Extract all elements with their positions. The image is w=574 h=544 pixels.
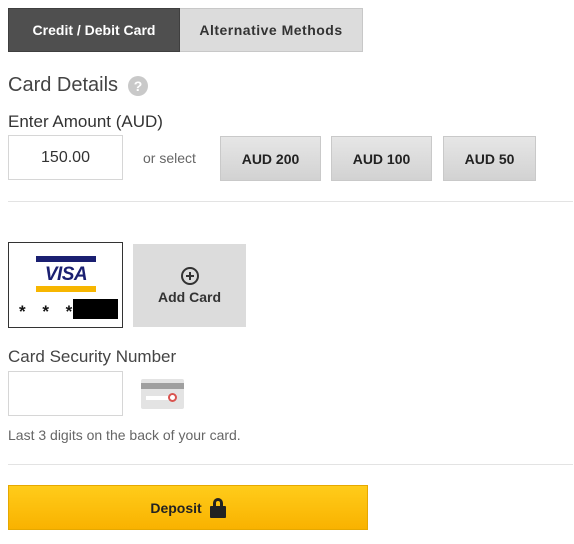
preset-aud-50-button[interactable]: AUD 50 xyxy=(443,136,536,181)
preset-aud-200-button[interactable]: AUD 200 xyxy=(220,136,321,181)
payment-method-tabs: Credit / Debit Card Alternative Methods xyxy=(8,8,363,52)
divider xyxy=(8,464,573,465)
card-security-label: Card Security Number xyxy=(8,347,177,366)
card-security-hint: Last 3 digits on the back of your card. xyxy=(8,427,241,443)
card-number-mask: * * * xyxy=(19,302,79,321)
cvv-highlight-circle xyxy=(168,393,177,402)
tab-credit-debit-card[interactable]: Credit / Debit Card xyxy=(8,8,180,52)
help-icon[interactable]: ? xyxy=(128,75,149,96)
divider xyxy=(8,201,573,202)
deposit-label: Deposit xyxy=(150,499,202,516)
card-number-redaction xyxy=(73,299,118,319)
preset-aud-100-button[interactable]: AUD 100 xyxy=(331,136,432,181)
plus-circle-icon xyxy=(180,266,199,285)
amount-label: Enter Amount (AUD) xyxy=(8,112,163,131)
add-card-button[interactable]: Add Card xyxy=(133,244,246,327)
cvv-magnetic-stripe xyxy=(141,383,184,389)
saved-visa-card[interactable]: VISA * * * xyxy=(8,242,123,328)
tab-alternative-methods[interactable]: Alternative Methods xyxy=(180,8,363,52)
deposit-button[interactable]: Deposit xyxy=(8,485,368,530)
visa-bar-bottom xyxy=(36,286,96,292)
payment-form: Credit / Debit Card Alternative Methods … xyxy=(0,0,574,544)
lock-icon xyxy=(209,497,226,518)
amount-input[interactable] xyxy=(8,135,123,180)
visa-logo: VISA xyxy=(36,256,96,293)
or-select-text: or select xyxy=(143,150,196,166)
card-details-heading: Card Details ? xyxy=(8,74,149,97)
card-details-title: Card Details xyxy=(8,74,119,96)
lock-body xyxy=(209,505,226,518)
visa-bar-top xyxy=(36,256,96,262)
visa-brand-text: VISA xyxy=(44,264,88,285)
card-back-cvv-icon xyxy=(141,379,184,409)
card-security-input[interactable] xyxy=(8,371,123,416)
add-card-label: Add Card xyxy=(158,288,221,305)
